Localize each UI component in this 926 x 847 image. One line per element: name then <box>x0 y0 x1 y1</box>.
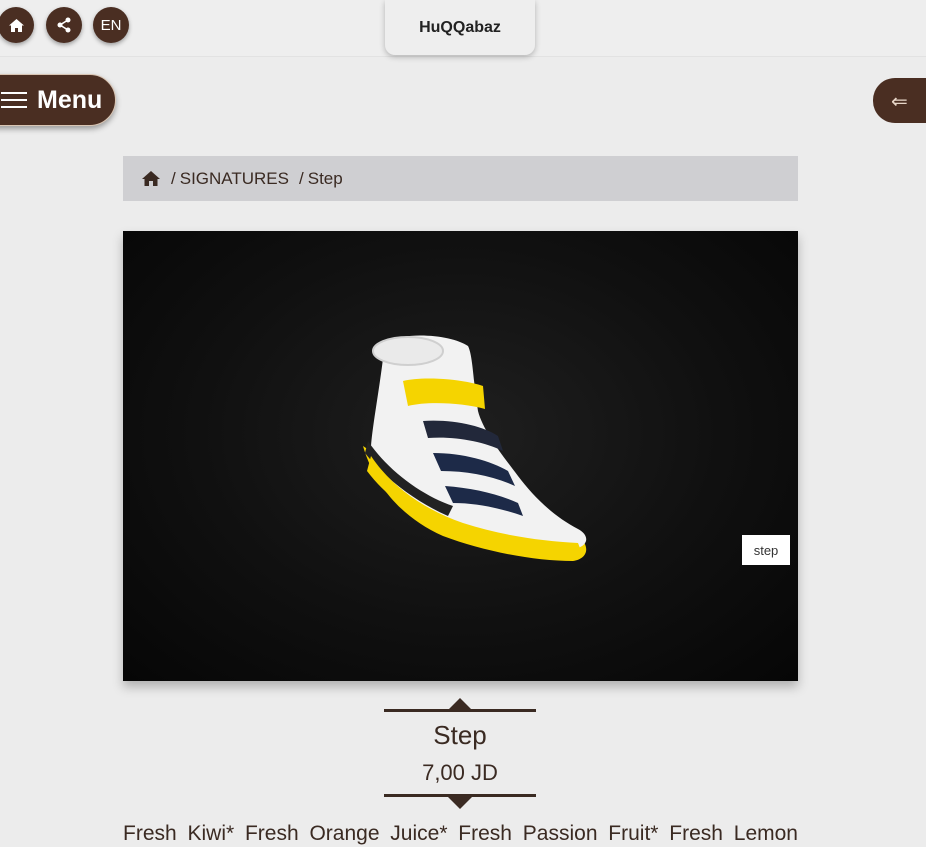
menu-label: Menu <box>37 85 103 114</box>
breadcrumb: / SIGNATURES / Step <box>123 156 798 201</box>
share-icon <box>57 17 71 33</box>
divider-top <box>384 709 536 712</box>
menu-button[interactable]: Menu <box>0 74 116 126</box>
home-button[interactable] <box>0 7 34 43</box>
breadcrumb-item-current: Step <box>307 168 343 188</box>
product-description: Fresh Kiwi* Fresh Orange Juice* Fresh Pa… <box>123 822 798 845</box>
product-image[interactable]: step <box>123 231 798 681</box>
product-title: Step <box>433 720 487 750</box>
breadcrumb-item-category[interactable]: SIGNATURES <box>180 169 289 189</box>
product-price: 7,00 JD <box>422 760 498 785</box>
back-button[interactable]: ⇐ <box>873 78 926 123</box>
logo[interactable]: HuQQabaz <box>385 0 535 55</box>
hamburger-icon <box>1 87 27 113</box>
image-tag: step <box>742 535 790 565</box>
triangle-down-icon <box>448 797 472 809</box>
home-icon <box>8 18 24 32</box>
breadcrumb-home-icon[interactable] <box>141 170 161 187</box>
language-button[interactable]: EN <box>93 7 129 43</box>
logo-text: HuQQabaz <box>419 18 501 36</box>
image-tag-label: step <box>753 542 779 558</box>
language-label: EN <box>100 16 122 34</box>
product-title-block: Step 7,00 JD <box>384 698 536 809</box>
share-button[interactable] <box>46 7 82 43</box>
sneaker-image <box>363 335 587 561</box>
back-arrow-icon: ⇐ <box>891 88 908 113</box>
top-bar: EN HuQQabaz <box>0 0 926 57</box>
